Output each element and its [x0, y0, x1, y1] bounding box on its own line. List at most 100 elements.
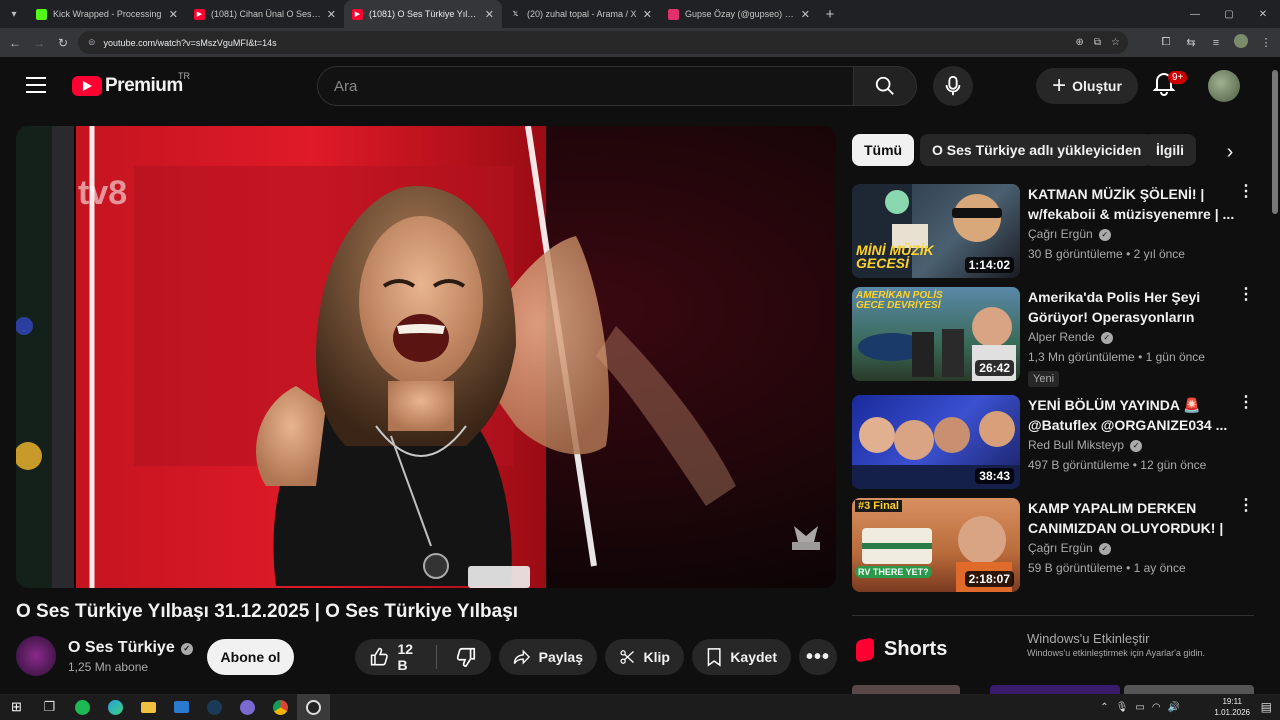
mail-icon[interactable]	[165, 694, 198, 720]
more-vertical-icon[interactable]: ⋮	[1238, 498, 1254, 514]
short-thumbnail[interactable]	[852, 685, 960, 694]
channel-avatar[interactable]	[16, 636, 56, 676]
chip-all[interactable]: Tümü	[852, 134, 915, 166]
steam-icon[interactable]	[198, 694, 231, 720]
chrome-icon[interactable]	[264, 694, 297, 720]
chip-related[interactable]: İlgili	[1144, 134, 1196, 166]
verified-check-icon: ✓	[1098, 229, 1111, 241]
recommended-video[interactable]: #3 Final RV THERE YET? 2:18:07 KAMP YAPA…	[852, 498, 1262, 592]
video-title[interactable]: YENİ BÖLÜM YAYINDA 🚨 @Batuflex @ORGANIZE…	[1028, 395, 1238, 435]
file-explorer-icon[interactable]	[132, 694, 165, 720]
microphone-tray-icon[interactable]: 🎙	[1116, 702, 1129, 713]
bookmark-star-icon[interactable]: ☆	[1111, 37, 1120, 48]
voice-search-button[interactable]	[933, 66, 973, 106]
spotify-icon[interactable]	[66, 694, 99, 720]
short-thumbnail[interactable]	[1124, 685, 1254, 694]
windows-start-icon[interactable]: ⊞	[0, 694, 33, 720]
save-button[interactable]: Kaydet	[692, 639, 791, 675]
share-icon	[513, 649, 531, 665]
recommended-video[interactable]: MİNİ MÜZİK GECESİ 1:14:02 KATMAN MÜZİK Ş…	[852, 184, 1262, 278]
browser-tab-youtube-active[interactable]: ▶ (1081) O Ses Türkiye Yılbaşı 31. ✕	[344, 0, 502, 28]
network-icon[interactable]: ▭	[1135, 702, 1144, 713]
video-thumbnail[interactable]: #3 Final RV THERE YET? 2:18:07	[852, 498, 1020, 592]
dislike-button[interactable]	[455, 646, 477, 668]
channel-name[interactable]: O Ses Türkiye ✓	[68, 639, 193, 657]
channel-name[interactable]: Çağrı Ergün ✓	[1028, 541, 1111, 555]
tab-close-icon[interactable]: ✕	[643, 8, 652, 21]
more-vertical-icon[interactable]: ⋮	[1238, 395, 1254, 411]
hamburger-menu-icon[interactable]	[26, 77, 46, 93]
tab-close-icon[interactable]: ✕	[169, 8, 178, 21]
wifi-icon[interactable]: ◠	[1152, 702, 1161, 713]
short-thumbnail[interactable]	[990, 685, 1120, 694]
more-vertical-icon[interactable]: ⋮	[1238, 287, 1254, 303]
cast-icon[interactable]: ⧉	[1094, 37, 1101, 48]
create-button[interactable]: + Oluştur	[1036, 68, 1138, 104]
chip-from-uploader[interactable]: O Ses Türkiye adlı yükleyiciden	[920, 134, 1154, 166]
new-tab-plus-icon[interactable]: +	[818, 0, 842, 28]
address-bar[interactable]: ⊜ youtube.com/watch?v=sMszVguMFI&t=14s ⊕…	[78, 31, 1128, 54]
video-title[interactable]: Amerika'da Polis Her Şeyi Görüyor! Opera…	[1028, 287, 1238, 327]
scrollbar-thumb[interactable]	[1272, 70, 1278, 214]
channel-name[interactable]: Alper Rende ✓	[1028, 330, 1113, 344]
more-vertical-icon[interactable]: ⋮	[1238, 184, 1254, 200]
share-button[interactable]: Paylaş	[499, 639, 597, 675]
channel-name[interactable]: Red Bull Miksteyp ✓	[1028, 438, 1143, 452]
browser-menu-icon[interactable]: ⋮	[1258, 36, 1274, 49]
kick-favicon-icon	[36, 8, 47, 20]
extensions-icon[interactable]: ⧠	[1158, 36, 1174, 49]
search-input[interactable]: Ara	[317, 66, 854, 106]
browser-tab-instagram[interactable]: Gupse Özay (@gupseo) • Instag ✕	[660, 0, 818, 28]
video-meta: 59 B görüntüleme • 1 ay önce	[1028, 561, 1186, 575]
video-thumbnail[interactable]: AMERİKAN POLİS GECE DEVRİYESİ 26:42	[852, 287, 1020, 381]
video-duration: 1:14:02	[964, 257, 1014, 273]
tab-title: (1081) O Ses Türkiye Yılbaşı 31.	[369, 9, 479, 19]
task-view-icon[interactable]: ❐	[33, 694, 66, 720]
clip-button[interactable]: Klip	[605, 639, 684, 675]
channel-name[interactable]: Çağrı Ergün ✓	[1028, 227, 1111, 241]
video-title[interactable]: KAMP YAPALIM DERKEN CANIMIZDAN OLUYORDUK…	[1028, 498, 1238, 538]
obs-icon[interactable]	[297, 694, 330, 720]
notification-center-icon[interactable]: ▤	[1261, 700, 1272, 714]
media-controls-icon[interactable]: ≡	[1208, 37, 1224, 49]
maximize-icon[interactable]: ▢	[1212, 0, 1246, 28]
video-title[interactable]: KATMAN MÜZİK ŞÖLENİ! | w/fekaboii & müzi…	[1028, 184, 1238, 224]
subscribe-button[interactable]: Abone ol	[207, 639, 294, 675]
search-button[interactable]	[853, 66, 917, 106]
window-controls: — ▢ ✕	[1178, 0, 1280, 28]
tab-close-icon[interactable]: ✕	[327, 8, 336, 21]
video-thumbnail[interactable]: MİNİ MÜZİK GECESİ 1:14:02	[852, 184, 1020, 278]
discord-icon[interactable]	[231, 694, 264, 720]
recommended-video[interactable]: AMERİKAN POLİS GECE DEVRİYESİ 26:42 Amer…	[852, 287, 1262, 387]
recommended-video[interactable]: 38:43 YENİ BÖLÜM YAYINDA 🚨 @Batuflex @OR…	[852, 395, 1262, 489]
more-actions-button[interactable]: •••	[799, 639, 837, 675]
translate-icon[interactable]: ⇆	[1183, 36, 1199, 49]
user-avatar[interactable]	[1208, 70, 1240, 102]
volume-icon[interactable]: 🔊	[1168, 702, 1180, 713]
back-arrow-icon[interactable]: ←	[3, 31, 27, 55]
profile-avatar-icon[interactable]	[1233, 34, 1249, 51]
tab-close-icon[interactable]: ✕	[801, 8, 810, 21]
minimize-icon[interactable]: —	[1178, 0, 1212, 28]
video-thumbnail[interactable]: 38:43	[852, 395, 1020, 489]
browser-tab-youtube-cihan[interactable]: ▶ (1081) Cihan Ünal O Ses Türkiye ✕	[186, 0, 344, 28]
site-info-icon[interactable]: ⊜	[88, 37, 96, 48]
taskbar-clock[interactable]: 19:11 1.01.2026	[1214, 696, 1250, 718]
video-duration: 38:43	[975, 468, 1014, 484]
browser-tab-x[interactable]: 𝕏 (20) zuhal topal - Arama / X ✕	[502, 0, 660, 28]
tray-expand-icon[interactable]: ⌃	[1100, 702, 1108, 713]
youtube-premium-logo[interactable]: Premium TR	[72, 71, 190, 97]
video-player[interactable]: tv8	[16, 126, 836, 588]
edge-icon[interactable]	[99, 694, 132, 720]
zoom-icon[interactable]: ⊕	[1076, 37, 1084, 48]
close-window-icon[interactable]: ✕	[1246, 0, 1280, 28]
thumbnail-badge: #3 Final	[855, 500, 902, 512]
forward-arrow-icon[interactable]: →	[27, 31, 51, 55]
browser-tab-kick[interactable]: Kick Wrapped - Processing ✕	[28, 0, 186, 28]
chevron-right-icon[interactable]: ›	[1214, 136, 1246, 168]
tab-search-icon[interactable]: ▾	[0, 0, 28, 28]
tab-close-icon[interactable]: ✕	[485, 8, 494, 21]
windows-taskbar: ⊞ ❐ ⌃ 🎙 ▭ ◠ 🔊 19:11 1.01.2026 ▤	[0, 694, 1280, 720]
like-button[interactable]: 12 B	[369, 641, 425, 673]
reload-icon[interactable]: ↻	[51, 31, 75, 55]
